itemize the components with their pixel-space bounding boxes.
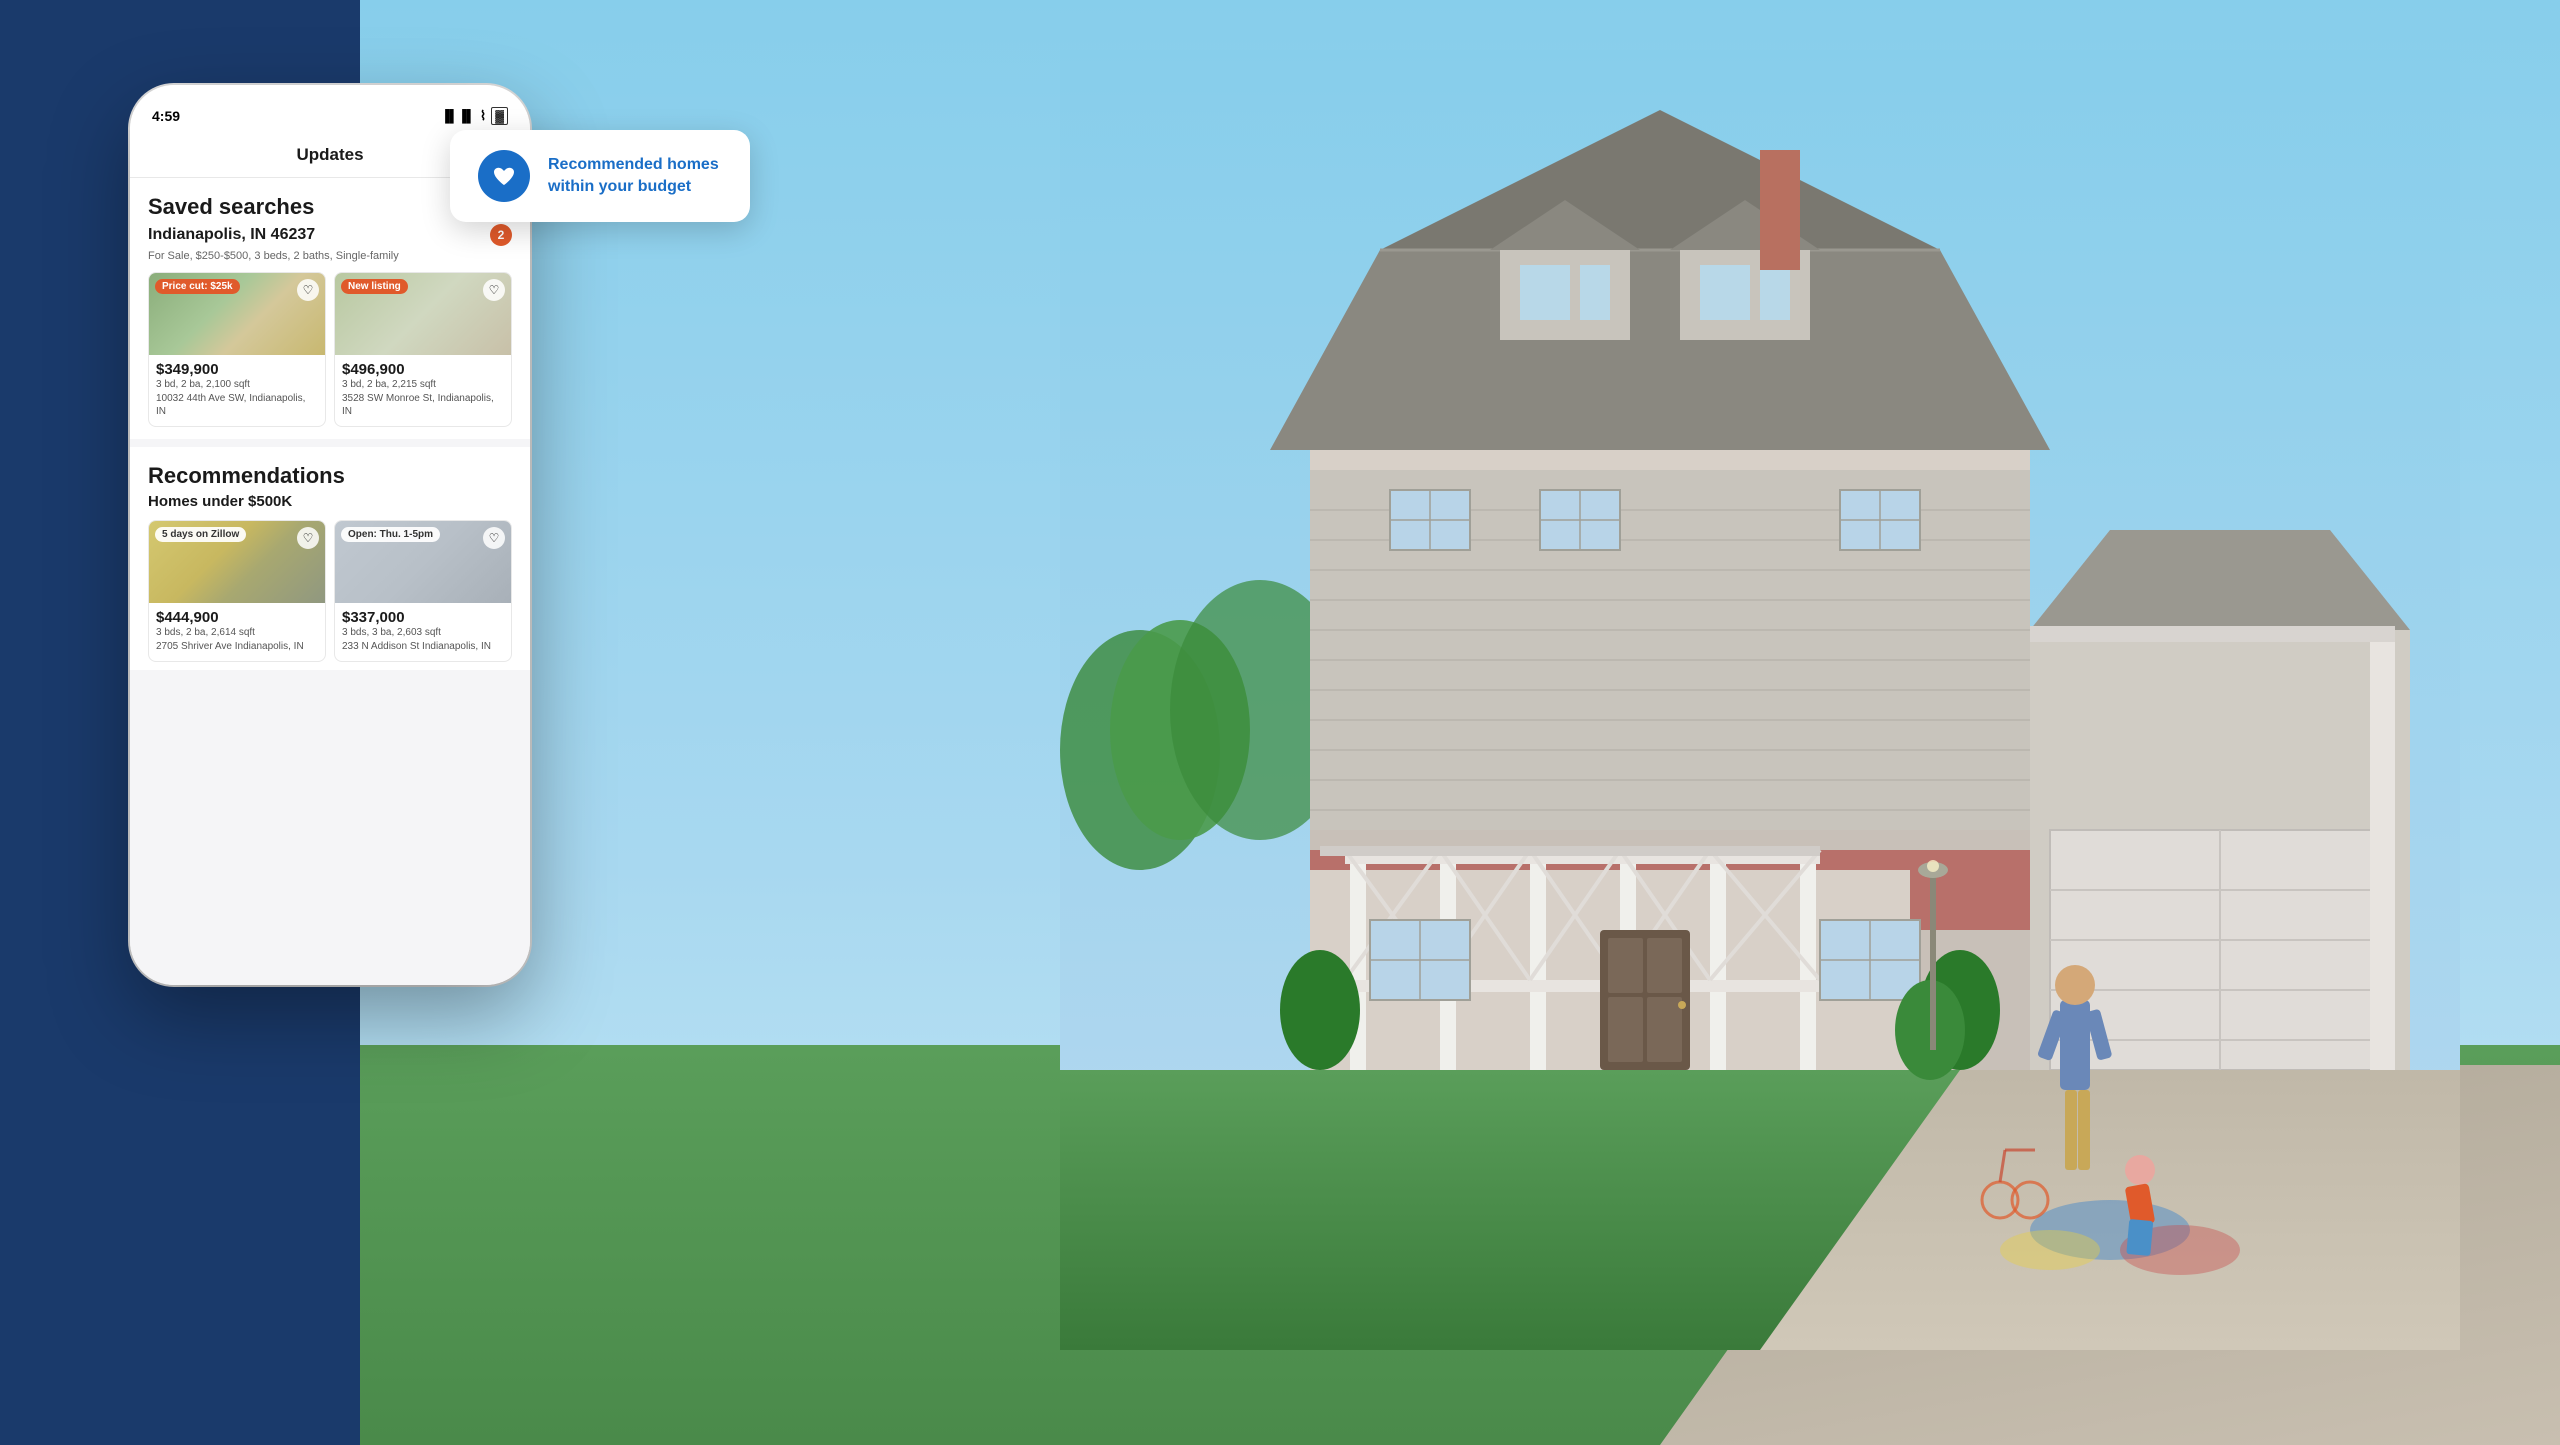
favorite-button-2[interactable]: ♡ bbox=[483, 279, 505, 301]
notification-text-line1: Recommended homes bbox=[548, 156, 719, 173]
favorite-button-4[interactable]: ♡ bbox=[483, 527, 505, 549]
favorite-button-1[interactable]: ♡ bbox=[297, 279, 319, 301]
battery-icon: ▓ bbox=[491, 107, 508, 125]
days-badge: 5 days on Zillow bbox=[155, 527, 246, 542]
listing-details-1: 3 bd, 2 ba, 2,100 sqft bbox=[156, 378, 318, 392]
listing-info-4: $337,000 3 bds, 3 ba, 2,603 sqft 233 N A… bbox=[335, 603, 511, 661]
listing-price-3: $444,900 bbox=[156, 609, 318, 626]
listing-image-4: Open: Thu. 1-5pm ♡ bbox=[335, 521, 511, 603]
listing-address-4: 233 N Addison St Indianapolis, IN bbox=[342, 640, 504, 653]
listing-image-2: New listing ♡ bbox=[335, 273, 511, 355]
listing-address-3: 2705 Shriver Ave Indianapolis, IN bbox=[156, 640, 318, 653]
listing-details-4: 3 bds, 3 ba, 2,603 sqft bbox=[342, 626, 504, 640]
phone-content: Saved searches Indianapolis, IN 46237 2 … bbox=[130, 178, 530, 982]
notification-bubble: Recommended homes within your budget bbox=[450, 130, 750, 222]
listing-card-4[interactable]: Open: Thu. 1-5pm ♡ $337,000 3 bds, 3 ba,… bbox=[334, 520, 512, 662]
listing-price-2: $496,900 bbox=[342, 361, 504, 378]
listing-address-2: 3528 SW Monroe St, Indianapolis, IN bbox=[342, 392, 504, 418]
notification-text: Recommended homes within your budget bbox=[548, 154, 719, 199]
listing-image-1: Price cut: $25k ♡ bbox=[149, 273, 325, 355]
listing-image-3: 5 days on Zillow ♡ bbox=[149, 521, 325, 603]
phone-status-icons: ▐▌▐▌ ⌇ ▓ bbox=[441, 107, 508, 125]
listing-info-2: $496,900 3 bd, 2 ba, 2,215 sqft 3528 SW … bbox=[335, 355, 511, 426]
saved-search-city[interactable]: Indianapolis, IN 46237 bbox=[148, 226, 315, 244]
phone-time: 4:59 bbox=[152, 108, 180, 124]
listings-row-2: 5 days on Zillow ♡ $444,900 3 bds, 2 ba,… bbox=[148, 520, 512, 662]
listing-card-3[interactable]: 5 days on Zillow ♡ $444,900 3 bds, 2 ba,… bbox=[148, 520, 326, 662]
listing-address-1: 10032 44th Ave SW, Indianapolis, IN bbox=[156, 392, 318, 418]
wifi-icon: ⌇ bbox=[480, 108, 486, 124]
house-scene-svg bbox=[1060, 50, 2460, 1350]
listing-details-2: 3 bd, 2 ba, 2,215 sqft bbox=[342, 378, 504, 392]
price-cut-badge: Price cut: $25k bbox=[155, 279, 240, 294]
saved-search-subtitle: For Sale, $250-$500, 3 beds, 2 baths, Si… bbox=[148, 250, 512, 262]
notification-text-line2: within your budget bbox=[548, 178, 691, 195]
listing-info-3: $444,900 3 bds, 2 ba, 2,614 sqft 2705 Sh… bbox=[149, 603, 325, 661]
open-house-badge: Open: Thu. 1-5pm bbox=[341, 527, 440, 542]
listings-row-1: Price cut: $25k ♡ $349,900 3 bd, 2 ba, 2… bbox=[148, 272, 512, 427]
listing-price-1: $349,900 bbox=[156, 361, 318, 378]
listing-price-4: $337,000 bbox=[342, 609, 504, 626]
listing-details-3: 3 bds, 2 ba, 2,614 sqft bbox=[156, 626, 318, 640]
listing-info-1: $349,900 3 bd, 2 ba, 2,100 sqft 10032 44… bbox=[149, 355, 325, 426]
recommendations-subtitle: Homes under $500K bbox=[148, 493, 512, 510]
favorite-button-3[interactable]: ♡ bbox=[297, 527, 319, 549]
phone-header-title: Updates bbox=[296, 145, 363, 164]
saved-search-header: Indianapolis, IN 46237 2 bbox=[148, 224, 512, 246]
recommendations-section: Recommendations Homes under $500K 5 days… bbox=[130, 447, 530, 670]
heart-icon bbox=[491, 163, 517, 189]
listing-card-2[interactable]: New listing ♡ $496,900 3 bd, 2 ba, 2,215… bbox=[334, 272, 512, 427]
phone-screen: Updates Saved searches Indianapolis, IN … bbox=[130, 135, 530, 985]
listing-card-1[interactable]: Price cut: $25k ♡ $349,900 3 bd, 2 ba, 2… bbox=[148, 272, 326, 427]
notification-badge: 2 bbox=[490, 224, 512, 246]
new-listing-badge: New listing bbox=[341, 279, 408, 294]
notification-icon bbox=[478, 150, 530, 202]
phone-status-bar: 4:59 ▐▌▐▌ ⌇ ▓ bbox=[130, 85, 530, 135]
recommendations-title: Recommendations bbox=[148, 463, 512, 489]
signal-icon: ▐▌▐▌ bbox=[441, 109, 475, 123]
